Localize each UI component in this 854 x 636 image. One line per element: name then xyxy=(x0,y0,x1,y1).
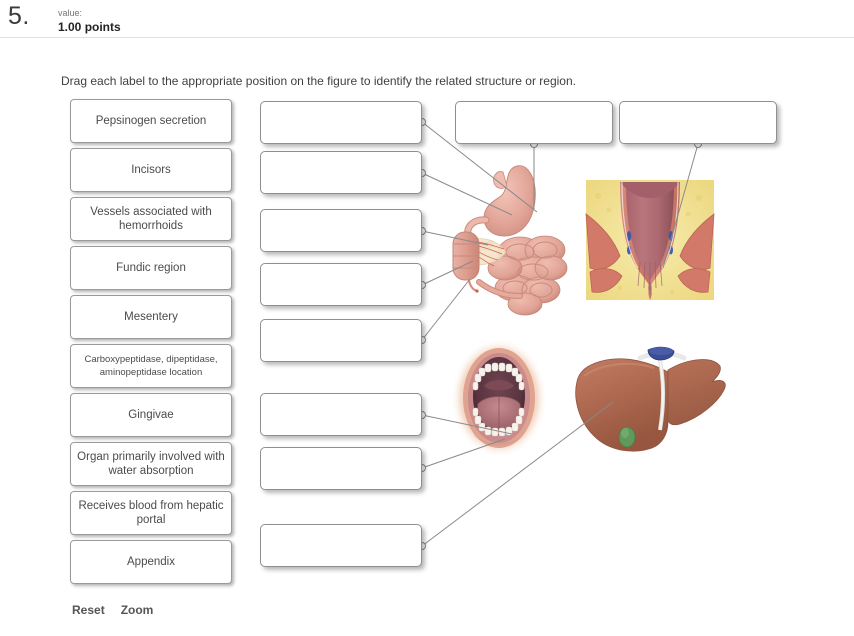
draggable-label[interactable]: Vessels associated with hemorrhoids xyxy=(70,197,232,241)
leader-line xyxy=(421,438,506,469)
draggable-label[interactable]: Mesentery xyxy=(70,295,232,339)
draggable-label-text: Organ primarily involved with water abso… xyxy=(77,451,225,477)
action-button-bar: Reset Zoom xyxy=(72,603,153,617)
drop-target-7[interactable] xyxy=(619,101,777,144)
label-bank: Pepsinogen secretion Incisors Vessels asso… xyxy=(70,99,232,589)
draggable-label[interactable]: Incisors xyxy=(70,148,232,192)
reset-button[interactable]: Reset xyxy=(72,603,105,617)
liver-figure xyxy=(575,346,726,452)
anal-canal-figure xyxy=(585,180,715,300)
draggable-label[interactable]: Receives blood from hepatic portal xyxy=(70,491,232,535)
draggable-label-text: Receives blood from hepatic portal xyxy=(78,500,224,526)
draggable-label[interactable]: Fundic region xyxy=(70,246,232,290)
draggable-label-text: Incisors xyxy=(131,164,171,176)
drop-target-1[interactable] xyxy=(260,101,422,144)
drop-target-8[interactable] xyxy=(260,393,422,436)
draggable-label-text: Gingivae xyxy=(128,409,174,421)
drop-target-2[interactable] xyxy=(260,151,422,194)
question-header: 5. value: 1.00 points xyxy=(0,0,854,38)
draggable-label[interactable]: Gingivae xyxy=(70,393,232,437)
draggable-label[interactable]: Organ primarily involved with water abso… xyxy=(70,442,232,486)
question-number: 5. xyxy=(8,2,30,30)
leader-line xyxy=(421,401,614,547)
drop-target-3[interactable] xyxy=(260,209,422,252)
leader-line xyxy=(421,414,513,435)
draggable-label-text: Fundic region xyxy=(116,262,186,274)
draggable-label-text: Mesentery xyxy=(124,311,178,323)
draggable-label-text: Vessels associated with hemorrhoids xyxy=(90,206,212,232)
instruction-text: Drag each label to the appropriate posit… xyxy=(61,74,576,88)
drop-target-4[interactable] xyxy=(260,263,422,306)
points-value: 1.00 points xyxy=(58,20,121,34)
drop-target-6[interactable] xyxy=(455,101,613,144)
leader-line xyxy=(421,278,471,341)
draggable-label[interactable]: Pepsinogen secretion xyxy=(70,99,232,143)
draggable-label-text: Pepsinogen secretion xyxy=(95,115,207,127)
drop-target-5[interactable] xyxy=(260,319,422,362)
stomach-intestines-figure xyxy=(452,165,568,316)
leader-line xyxy=(421,260,474,286)
drop-target-10[interactable] xyxy=(260,524,422,567)
draggable-label[interactable]: Appendix xyxy=(70,540,232,584)
draggable-label[interactable]: Carboxypeptidase, dipeptidase, aminopept… xyxy=(70,344,232,388)
open-mouth-figure xyxy=(451,338,547,458)
value-label: value: xyxy=(58,8,83,18)
draggable-label-text: Appendix xyxy=(127,556,175,568)
leader-line xyxy=(421,230,489,246)
zoom-button[interactable]: Zoom xyxy=(121,603,154,617)
leader-line xyxy=(421,172,513,216)
drop-target-9[interactable] xyxy=(260,447,422,490)
draggable-label-text: Carboxypeptidase, dipeptidase, aminopept… xyxy=(84,354,218,378)
leader-line xyxy=(662,143,699,269)
